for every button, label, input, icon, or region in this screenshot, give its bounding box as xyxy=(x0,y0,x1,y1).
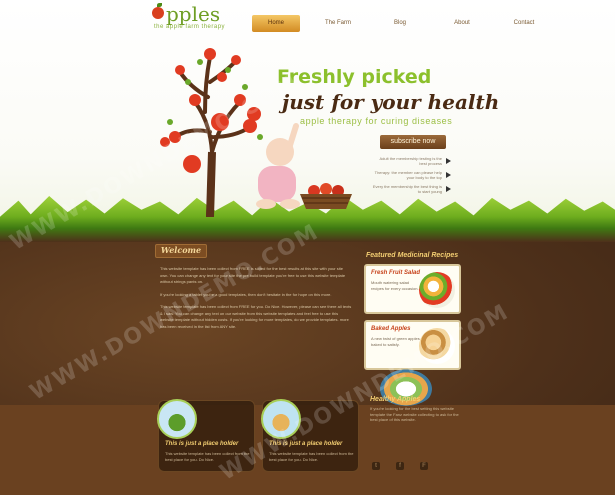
recipe-card-fruit-salad[interactable]: Fresh Fruit Salad Mouth watering salad r… xyxy=(364,264,461,314)
welcome-heading: Welcome xyxy=(155,244,207,258)
hero-subheadline: apple therapy for curing diseases xyxy=(300,116,453,126)
site-logo[interactable]: pples the apple farm therapy xyxy=(152,2,242,32)
recipe-card-text: Mouth watering salad recipes for every o… xyxy=(371,280,419,291)
arrow-right-icon xyxy=(446,172,451,178)
logo-wordmark: pples xyxy=(166,2,221,26)
hero-bullet-list: Adult the membership testing is the best… xyxy=(367,156,451,198)
social-links: t f F xyxy=(372,462,428,470)
nav-home[interactable]: Home xyxy=(252,15,300,32)
nav-about[interactable]: About xyxy=(438,15,486,32)
hero-bullet[interactable]: Therapy: the member can please help your… xyxy=(367,170,451,180)
main-nav: Home The Farm Blog About Contact xyxy=(252,15,562,32)
apple-basket-illustration xyxy=(300,183,352,209)
arrow-right-icon xyxy=(446,158,451,164)
apple-logo-icon xyxy=(152,3,164,19)
hero-bullet-text: Adult the membership testing is the best… xyxy=(379,156,442,166)
logo-tagline: the apple farm therapy xyxy=(154,24,226,30)
recipe-card-title: Baked Apples xyxy=(371,326,411,332)
featured-recipes-heading: Featured Medicinal Recipes xyxy=(366,252,459,259)
fruit-salad-image xyxy=(419,272,455,308)
nav-blog[interactable]: Blog xyxy=(376,15,424,32)
facebook-icon[interactable]: f xyxy=(396,462,404,470)
nav-the-farm[interactable]: The Farm xyxy=(314,15,362,32)
hero-bullet-text: Every the membership the best thing is t… xyxy=(372,184,442,194)
facebook-page-icon[interactable]: F xyxy=(420,462,428,470)
twitter-icon[interactable]: t xyxy=(372,462,380,470)
recipe-card-title: Fresh Fruit Salad xyxy=(371,270,421,276)
hero-bullet[interactable]: Every the membership the best thing is t… xyxy=(367,184,451,194)
recipe-card-text: A new twist of green apples baked to sat… xyxy=(371,336,420,347)
subscribe-button[interactable]: subscribe now xyxy=(380,135,446,149)
hero-bullet[interactable]: Adult the membership testing is the best… xyxy=(367,156,451,166)
hero-headline-line2: just for your health xyxy=(282,90,500,114)
placeholder-title: This is just a place holder xyxy=(165,441,239,447)
healthy-apples-text: If you're looking for the best setting t… xyxy=(370,406,459,422)
hero-bullet-text: Therapy: the member can please help your… xyxy=(374,170,442,180)
placeholder-image xyxy=(157,399,197,439)
arrow-right-icon xyxy=(446,186,451,192)
nav-contact[interactable]: Contact xyxy=(500,15,548,32)
